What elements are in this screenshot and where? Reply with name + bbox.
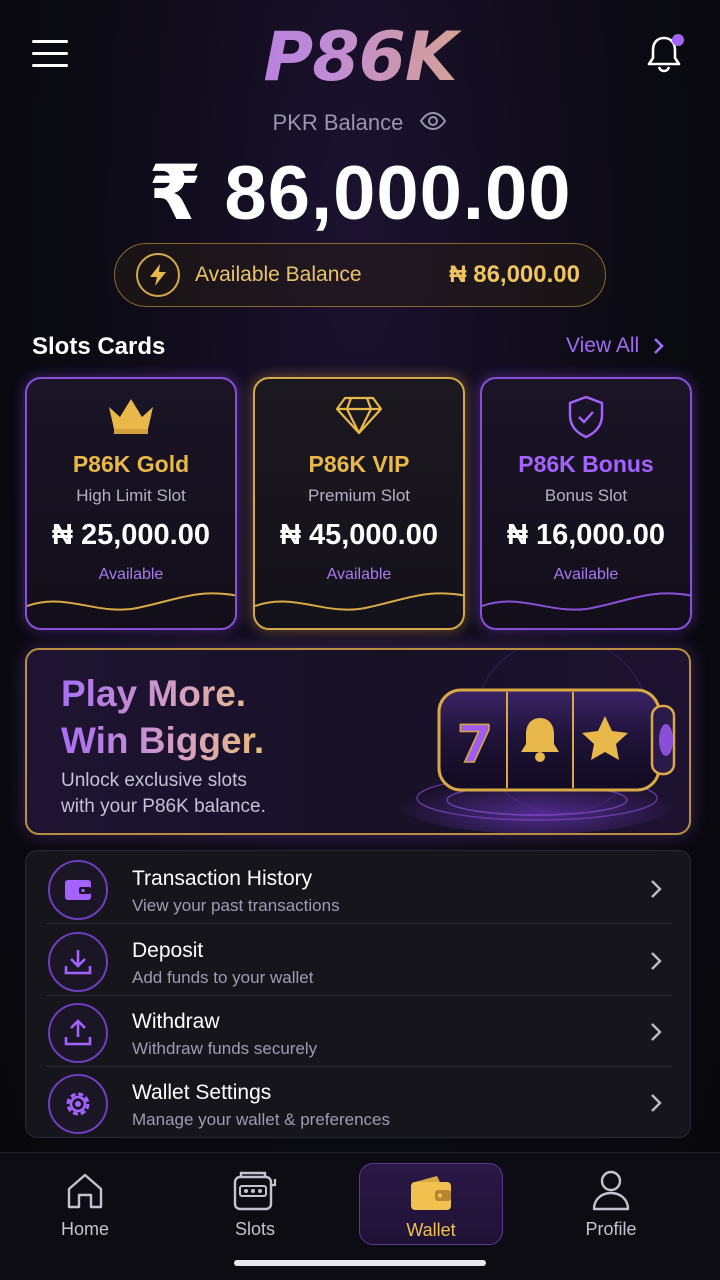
- card-value: ₦ 16,000.00: [506, 519, 665, 551]
- nav-label: Wallet: [406, 1220, 456, 1240]
- wallet-menu-list: Transaction History View your past trans…: [25, 850, 691, 1138]
- home-indicator: [234, 1260, 486, 1266]
- menu-item-subtitle: View your past transactions: [132, 896, 340, 915]
- nav-item-home[interactable]: Home: [13, 1163, 157, 1245]
- promo-headline-line2: Win Bigger.: [61, 720, 265, 761]
- balance-label-row: PKR Balance: [0, 110, 720, 137]
- slot-card-vip[interactable]: P86K VIP Premium Slot ₦ 45,000.00 Availa…: [253, 377, 465, 630]
- shield-check-icon: [482, 395, 690, 439]
- gear-icon: [48, 1074, 108, 1134]
- menu-item-subtitle: Add funds to your wallet: [132, 968, 314, 987]
- available-balance-pill: Available Balance ₦ 86,000.00: [114, 243, 606, 307]
- card-name: P86K Gold: [72, 451, 190, 477]
- balance-label: PKR Balance: [272, 110, 404, 135]
- slot-machine-icon: [183, 1163, 327, 1211]
- card-wave-decoration: [482, 592, 690, 611]
- menu-item-subtitle: Manage your wallet & preferences: [132, 1110, 390, 1129]
- lightning-bolt-icon: [136, 253, 180, 297]
- balance-amount: ₹ 86,000.00: [148, 151, 572, 236]
- slot-card-gold[interactable]: P86K Gold High Limit Slot ₦ 25,000.00 Av…: [25, 377, 237, 630]
- divider: [46, 923, 672, 924]
- nav-item-profile[interactable]: Profile: [539, 1163, 683, 1245]
- slots-section-title: Slots Cards: [32, 333, 166, 360]
- menu-item-title: Wallet Settings: [132, 1081, 272, 1104]
- menu-item-title: Transaction History: [132, 867, 313, 890]
- promo-headline: Play More. Win Bigger.: [61, 670, 264, 764]
- chevron-right-icon: [651, 1023, 662, 1041]
- promo-subtitle: Unlock exclusive slots with your P86K ba…: [61, 768, 266, 820]
- card-value: ₦ 25,000.00: [51, 519, 210, 551]
- menu-item-wallet-settings[interactable]: Wallet Settings Manage your wallet & pre…: [26, 1067, 692, 1138]
- notification-bell-icon[interactable]: [642, 32, 686, 76]
- available-balance-label: Available Balance: [195, 263, 362, 286]
- nav-item-wallet[interactable]: Wallet: [359, 1163, 503, 1245]
- promo-headline-line1: Play More.: [61, 673, 247, 714]
- nav-label: Profile: [585, 1219, 637, 1239]
- view-all-link[interactable]: View All: [566, 334, 665, 358]
- upload-icon: [48, 1003, 108, 1063]
- card-name: P86K Bonus: [518, 451, 654, 477]
- promo-banner[interactable]: Play More. Win Bigger. Unlock exclusive …: [25, 648, 691, 835]
- card-wave-decoration: [255, 592, 463, 611]
- svg-text:7: 7: [457, 715, 493, 775]
- wallet-icon: [360, 1164, 502, 1212]
- menu-item-withdraw[interactable]: Withdraw Withdraw funds securely: [26, 996, 692, 1067]
- user-icon: [539, 1163, 683, 1211]
- menu-item-title: Deposit: [132, 939, 204, 962]
- promo-subtitle-line2: with your P86K balance.: [61, 796, 266, 817]
- slot-reel-illustration: 7: [392, 650, 682, 833]
- card-name: P86K VIP: [308, 451, 410, 477]
- promo-subtitle-line1: Unlock exclusive slots: [61, 770, 247, 791]
- chevron-right-icon: [651, 952, 662, 970]
- chevron-right-icon: [654, 338, 664, 354]
- card-wave-decoration: [27, 592, 235, 611]
- available-balance-value: ₦ 86,000.00: [449, 261, 580, 288]
- app-logo: P86K: [0, 18, 720, 97]
- eye-icon[interactable]: [419, 111, 447, 137]
- menu-item-deposit[interactable]: Deposit Add funds to your wallet: [26, 925, 692, 996]
- menu-item-transaction-history[interactable]: Transaction History View your past trans…: [26, 853, 692, 924]
- crown-icon: [27, 395, 235, 439]
- card-subtitle: Bonus Slot: [544, 486, 628, 505]
- wallet-icon: [48, 860, 108, 920]
- nav-label: Home: [60, 1219, 109, 1239]
- download-icon: [48, 932, 108, 992]
- menu-item-title: Withdraw: [132, 1010, 220, 1033]
- card-value: ₦ 45,000.00: [279, 519, 438, 551]
- home-icon: [13, 1163, 157, 1211]
- notification-badge: [672, 34, 684, 46]
- nav-label: Slots: [234, 1219, 276, 1239]
- chevron-right-icon: [651, 1094, 662, 1112]
- card-subtitle: Premium Slot: [307, 486, 411, 505]
- card-subtitle: High Limit Slot: [76, 486, 186, 505]
- diamond-icon: [255, 395, 463, 439]
- view-all-label: View All: [566, 334, 640, 357]
- chevron-right-icon: [651, 880, 662, 898]
- nav-item-slots[interactable]: Slots: [183, 1163, 327, 1245]
- slot-card-bonus[interactable]: P86K Bonus Bonus Slot ₦ 16,000.00 Availa…: [480, 377, 692, 630]
- menu-item-subtitle: Withdraw funds securely: [132, 1039, 318, 1058]
